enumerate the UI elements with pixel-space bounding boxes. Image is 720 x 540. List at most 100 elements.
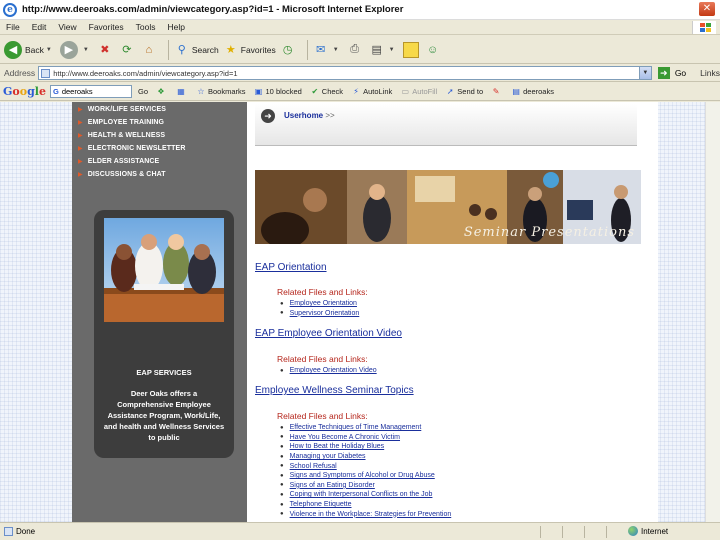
send-to-button[interactable]: ➚ Send to bbox=[445, 87, 483, 97]
status-bar: Done Internet bbox=[0, 522, 720, 540]
standard-toolbar: ◀ Back ▼ ▶ ▼ ✖ ⟳ ⌂ ⚲ Search ★ Favorites … bbox=[0, 36, 720, 64]
related-links-list: ● Employee Orientation Video bbox=[280, 366, 377, 376]
page-icon: ▦ bbox=[177, 86, 185, 96]
menu-view[interactable]: View bbox=[58, 22, 76, 32]
list-item[interactable]: ● Signs of an Eating Disorder bbox=[280, 481, 451, 491]
eap-services-title: EAP SERVICES bbox=[136, 368, 192, 377]
print-button[interactable]: ⎙ bbox=[347, 39, 365, 61]
history-icon: ◷ bbox=[282, 44, 293, 56]
bullet-arrow-icon: ▶ bbox=[78, 172, 83, 178]
section-title-wellness-seminars[interactable]: Employee Wellness Seminar Topics bbox=[255, 385, 414, 396]
list-item[interactable]: ● Supervisor Orientation bbox=[280, 309, 359, 319]
list-item[interactable]: ● How to Beat the Holiday Blues bbox=[280, 442, 451, 452]
chevron-down-icon[interactable]: ▼ bbox=[389, 47, 395, 53]
home-button[interactable]: ⌂ bbox=[141, 39, 159, 61]
bullet-icon: ● bbox=[280, 501, 284, 508]
google-g-icon: G bbox=[52, 87, 59, 96]
list-item[interactable]: ● Managing your Diabetes bbox=[280, 452, 451, 462]
autolink-button[interactable]: ⚡ AutoLink bbox=[351, 87, 392, 97]
chevron-down-icon[interactable]: ▼ bbox=[46, 47, 52, 53]
search-term-button[interactable]: ▤ deeroaks bbox=[511, 87, 554, 97]
breadcrumb-home-link[interactable]: Userhome >> bbox=[284, 111, 335, 120]
pencil-icon: ✎ bbox=[492, 86, 500, 96]
related-links-list: ● Employee Orientation ● Supervisor Orient… bbox=[280, 299, 359, 318]
sidebar-item-employee-training[interactable]: ▶ EMPLOYEE TRAINING bbox=[78, 116, 185, 129]
chevron-down-icon[interactable]: ▼ bbox=[638, 67, 651, 79]
google-logo[interactable]: Google bbox=[3, 85, 46, 98]
menu-favorites[interactable]: Favorites bbox=[89, 22, 124, 32]
list-item[interactable]: ● Telephone Etiquette bbox=[280, 500, 451, 510]
section-title-eap-orientation[interactable]: EAP Orientation bbox=[255, 262, 327, 273]
popup-blocked-button[interactable]: ▣ 10 blocked bbox=[254, 87, 302, 97]
history-button[interactable]: ◷ bbox=[280, 39, 298, 61]
highlight-button[interactable]: ✎ bbox=[491, 87, 503, 97]
bullet-icon: ● bbox=[280, 434, 284, 441]
sidebar-item-work-life[interactable]: ▶ WORK/LIFE SERVICES bbox=[78, 103, 185, 116]
section-title-orientation-video[interactable]: EAP Employee Orientation Video bbox=[255, 328, 402, 339]
google-go-button[interactable]: Go bbox=[138, 87, 148, 96]
related-files-label: Related Files and Links: bbox=[277, 354, 368, 364]
bookmarks-button[interactable]: ☆ Bookmarks bbox=[196, 86, 245, 97]
links-button[interactable]: Links bbox=[700, 68, 720, 78]
menu-bar: File Edit View Favorites Tools Help bbox=[0, 20, 720, 35]
list-item[interactable]: ● Coping with Interpersonal Conflicts on … bbox=[280, 490, 451, 500]
list-item[interactable]: ● Have You Become A Chronic Victim bbox=[280, 433, 451, 443]
related-files-label: Related Files and Links: bbox=[277, 411, 368, 421]
status-pane bbox=[584, 526, 585, 538]
notes-button[interactable] bbox=[402, 39, 421, 61]
vertical-scrollbar[interactable] bbox=[705, 102, 720, 522]
bullet-icon: ● bbox=[280, 491, 284, 498]
search-icon: ⚲ bbox=[177, 44, 186, 56]
team-photo bbox=[104, 218, 224, 322]
popup-blocker-icon: ▣ bbox=[254, 86, 263, 96]
address-input[interactable]: http://www.deeroaks.com/admin/viewcatego… bbox=[38, 66, 652, 80]
spell-check-button[interactable]: ✔ Check bbox=[310, 87, 343, 97]
sidebar-item-health-wellness[interactable]: ▶ HEALTH & WELLNESS bbox=[78, 129, 185, 142]
sidebar-item-elder-assistance[interactable]: ▶ ELDER ASSISTANCE bbox=[78, 155, 185, 168]
menu-tools[interactable]: Tools bbox=[136, 22, 156, 32]
list-item[interactable]: ● School Refusal bbox=[280, 461, 451, 471]
list-item[interactable]: ● Employee Orientation Video bbox=[280, 366, 377, 376]
list-item[interactable]: ● Violence in the Workplace: Strategies f… bbox=[280, 509, 451, 519]
edit-button[interactable]: ▤ ▼ bbox=[369, 39, 399, 61]
chevron-down-icon[interactable]: ▼ bbox=[333, 47, 339, 53]
security-zone: Internet bbox=[628, 526, 668, 536]
list-item[interactable]: ● Employee Orientation bbox=[280, 299, 359, 309]
list-item[interactable]: ● Effective Techniques of Time Management bbox=[280, 423, 451, 433]
menu-file[interactable]: File bbox=[6, 22, 20, 32]
forward-arrow-icon: ▶ bbox=[59, 40, 78, 59]
search-term-icon: ▤ bbox=[512, 86, 520, 96]
close-window-button[interactable]: ✕ bbox=[698, 1, 716, 17]
back-button[interactable]: ◀ Back ▼ bbox=[4, 39, 56, 61]
autofill-button[interactable]: ▭ AutoFill bbox=[400, 87, 437, 97]
stop-icon: ✖ bbox=[100, 44, 110, 56]
bullet-icon: ● bbox=[280, 453, 284, 460]
refresh-button[interactable]: ⟳ bbox=[119, 39, 137, 61]
sidebar-item-discussions[interactable]: ▶ DISCUSSIONS & CHAT bbox=[78, 168, 185, 181]
window-title: http://www.deeroaks.com/admin/viewcatego… bbox=[22, 4, 404, 15]
favorites-button[interactable]: ★ Favorites bbox=[223, 39, 276, 61]
mail-button[interactable]: ✉ ▼ bbox=[313, 39, 343, 61]
google-toolbar: Google G deeroaks Go ❖ ▦ ☆ Bookmarks ▣ 10 … bbox=[0, 83, 720, 101]
list-item[interactable]: ● Signs and Symptoms of Alcohol or Drug A… bbox=[280, 471, 451, 481]
go-button[interactable]: ➜ Go bbox=[657, 67, 686, 79]
sidebar-item-newsletter[interactable]: ▶ ELECTRONIC NEWSLETTER bbox=[78, 142, 185, 155]
star-icon: ★ bbox=[225, 44, 236, 56]
related-files-label: Related Files and Links: bbox=[277, 287, 368, 297]
mail-icon: ✉ bbox=[316, 44, 326, 56]
menu-edit[interactable]: Edit bbox=[32, 22, 47, 32]
toolbar-separator bbox=[306, 39, 308, 60]
google-search-input[interactable]: G deeroaks bbox=[49, 85, 132, 98]
star-icon: ☆ bbox=[197, 86, 205, 96]
google-options-button[interactable]: ❖ bbox=[156, 87, 168, 97]
chevron-down-icon[interactable]: ▼ bbox=[83, 47, 89, 53]
search-button[interactable]: ⚲ Search bbox=[174, 39, 219, 61]
status-pane bbox=[562, 526, 563, 538]
stop-button[interactable]: ✖ bbox=[97, 39, 115, 61]
forward-button[interactable]: ▶ ▼ bbox=[59, 39, 93, 61]
google-page-button[interactable]: ▦ bbox=[176, 87, 188, 97]
messenger-button[interactable]: ☺ bbox=[425, 39, 443, 61]
menu-help[interactable]: Help bbox=[167, 22, 184, 32]
page-icon bbox=[4, 527, 13, 536]
bullet-icon: ● bbox=[280, 472, 284, 479]
